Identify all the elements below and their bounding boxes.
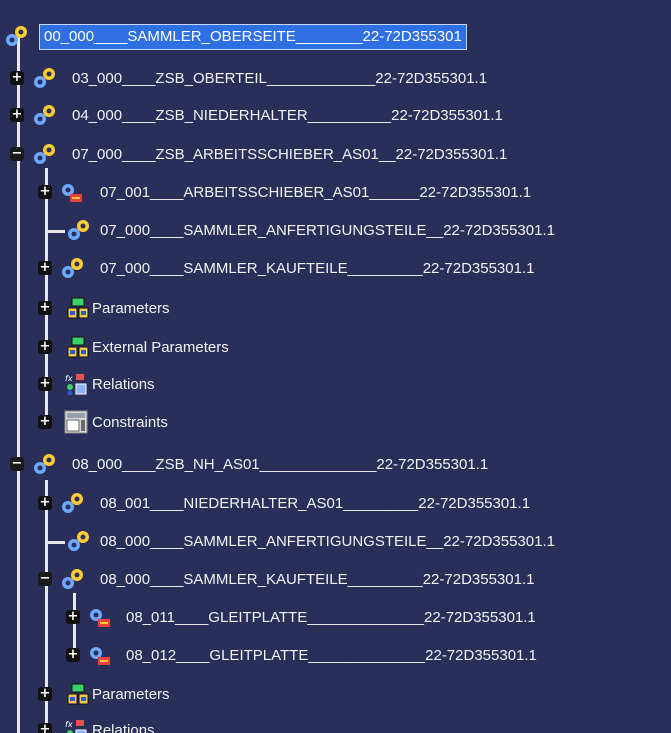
- tree-node-label[interactable]: 07_000____ZSB_ARBEITSSCHIEBER_AS01__22-7…: [72, 143, 507, 167]
- collapse-icon[interactable]: −: [10, 457, 24, 471]
- tree-node-08-001[interactable]: + 08_001____NIEDERHALTER_AS01_________22…: [0, 489, 660, 519]
- tree-node-parameters-2[interactable]: + Parameters: [0, 680, 300, 710]
- tree-node-07-001[interactable]: + 07_001____ARBEITSSCHIEBER_AS01______22…: [0, 178, 660, 208]
- tree-node-label[interactable]: 07_000____SAMMLER_ANFERTIGUNGSTEILE__22-…: [100, 219, 555, 243]
- tree-node-relations-2[interactable]: + fx Relations: [0, 716, 300, 733]
- parameters-icon: [66, 296, 90, 320]
- expand-icon[interactable]: +: [38, 340, 52, 354]
- collapse-icon[interactable]: −: [38, 572, 52, 586]
- tree-node-label[interactable]: Relations: [92, 719, 155, 733]
- product-icon: [60, 567, 84, 591]
- tree-node-label[interactable]: 07_000____SAMMLER_KAUFTEILE_________22-7…: [100, 257, 534, 281]
- tree-node-08-012[interactable]: + 08_012____GLEITPLATTE______________22-…: [0, 641, 660, 671]
- tree-node-08-000-anfertigung[interactable]: 08_000____SAMMLER_ANFERTIGUNGSTEILE__22-…: [0, 527, 671, 557]
- expand-icon[interactable]: +: [38, 723, 52, 733]
- tree-node-label[interactable]: 04_000____ZSB_NIEDERHALTER__________22-7…: [72, 104, 503, 128]
- tree-node-08-011[interactable]: + 08_011____GLEITPLATTE______________22-…: [0, 603, 660, 633]
- specification-tree: 00_000____SAMMLER_OBERSEITE________22-72…: [0, 0, 671, 733]
- tree-node-label[interactable]: 03_000____ZSB_OBERTEIL_____________22-72…: [72, 67, 487, 91]
- tree-node-relations[interactable]: + fx Relations: [0, 370, 300, 400]
- expand-icon[interactable]: +: [38, 415, 52, 429]
- expand-icon[interactable]: +: [10, 108, 24, 122]
- product-icon: [32, 103, 56, 127]
- collapse-icon[interactable]: −: [10, 147, 24, 161]
- tree-root-node[interactable]: 00_000____SAMMLER_OBERSEITE________22-72…: [0, 22, 600, 52]
- tree-node-label[interactable]: Parameters: [92, 683, 170, 707]
- product-icon: [60, 256, 84, 280]
- tree-node-07-000-kaufteile[interactable]: + 07_000____SAMMLER_KAUFTEILE_________22…: [0, 254, 660, 284]
- tree-node-03-000[interactable]: + 03_000____ZSB_OBERTEIL_____________22-…: [0, 64, 620, 94]
- expand-icon[interactable]: +: [66, 648, 80, 662]
- tree-node-08-000-kaufteile[interactable]: − 08_000____SAMMLER_KAUFTEILE_________22…: [0, 565, 660, 595]
- part-icon: [60, 180, 84, 204]
- constraints-icon: [64, 410, 88, 434]
- product-icon: [32, 142, 56, 166]
- expand-icon[interactable]: +: [38, 301, 52, 315]
- tree-node-label[interactable]: External Parameters: [92, 336, 229, 360]
- tree-node-08-000[interactable]: − 08_000____ZSB_NH_AS01______________22-…: [0, 450, 620, 480]
- product-icon: [66, 529, 90, 553]
- tree-node-label[interactable]: 08_000____SAMMLER_KAUFTEILE_________22-7…: [100, 568, 534, 592]
- product-icon: [60, 491, 84, 515]
- tree-node-label[interactable]: Constraints: [92, 411, 168, 435]
- tree-node-label[interactable]: 00_000____SAMMLER_OBERSEITE________22-72…: [39, 24, 467, 50]
- product-icon: [4, 24, 28, 48]
- product-icon: [66, 218, 90, 242]
- expand-icon[interactable]: +: [38, 496, 52, 510]
- tree-node-label[interactable]: 08_000____ZSB_NH_AS01______________22-72…: [72, 453, 488, 477]
- expand-icon[interactable]: +: [66, 610, 80, 624]
- tree-node-label[interactable]: 08_011____GLEITPLATTE______________22-72…: [126, 606, 536, 630]
- tree-node-label[interactable]: 08_012____GLEITPLATTE______________22-72…: [126, 644, 537, 668]
- svg-text:fx: fx: [65, 374, 73, 383]
- tree-node-label[interactable]: 07_001____ARBEITSSCHIEBER_AS01______22-7…: [100, 181, 531, 205]
- expand-icon[interactable]: +: [38, 687, 52, 701]
- tree-node-07-000-anfertigung[interactable]: 07_000____SAMMLER_ANFERTIGUNGSTEILE__22-…: [0, 216, 671, 246]
- part-icon: [88, 605, 112, 629]
- tree-node-label[interactable]: Parameters: [92, 297, 170, 321]
- tree-node-constraints[interactable]: + Constraints: [0, 408, 300, 438]
- relations-icon: fx: [64, 372, 88, 396]
- tree-node-label[interactable]: 08_001____NIEDERHALTER_AS01_________22-7…: [100, 492, 530, 516]
- expand-icon[interactable]: +: [38, 377, 52, 391]
- parameters-icon: [66, 682, 90, 706]
- tree-node-external-parameters[interactable]: + External Parameters: [0, 333, 320, 363]
- expand-icon[interactable]: +: [10, 71, 24, 85]
- part-icon: [88, 643, 112, 667]
- tree-node-label[interactable]: Relations: [92, 373, 155, 397]
- product-icon: [32, 452, 56, 476]
- parameters-icon: [66, 335, 90, 359]
- tree-node-07-000[interactable]: − 07_000____ZSB_ARBEITSSCHIEBER_AS01__22…: [0, 140, 640, 170]
- expand-icon[interactable]: +: [38, 185, 52, 199]
- tree-node-04-000[interactable]: + 04_000____ZSB_NIEDERHALTER__________22…: [0, 101, 620, 131]
- relations-icon: fx: [64, 718, 88, 733]
- expand-icon[interactable]: +: [38, 261, 52, 275]
- svg-text:fx: fx: [65, 720, 73, 729]
- tree-node-parameters[interactable]: + Parameters: [0, 294, 300, 324]
- tree-node-label[interactable]: 08_000____SAMMLER_ANFERTIGUNGSTEILE__22-…: [100, 530, 555, 554]
- product-icon: [32, 66, 56, 90]
